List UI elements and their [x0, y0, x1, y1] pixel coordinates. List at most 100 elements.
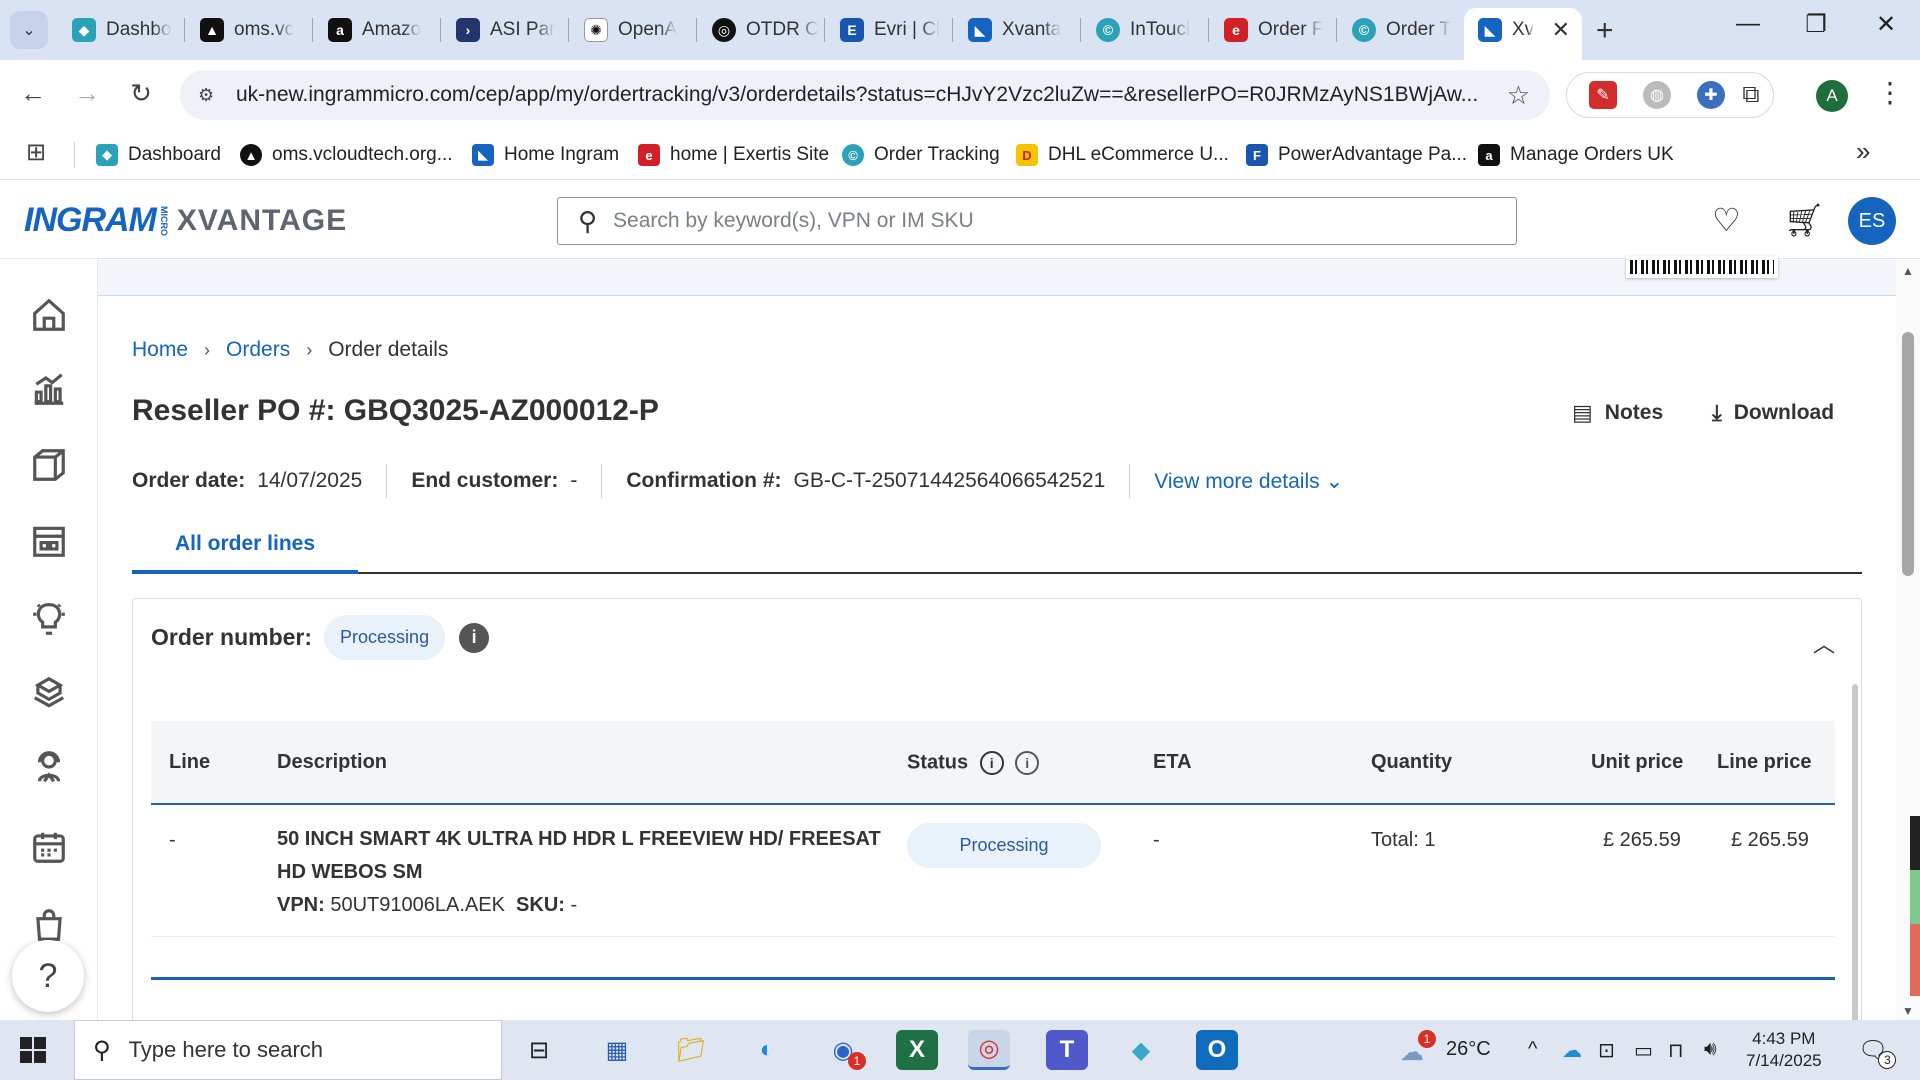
breadcrumb-home-link[interactable]: Home	[132, 338, 188, 362]
cart-icon[interactable]: 🛒︎	[1784, 201, 1825, 239]
scrollbar-thumb[interactable]	[1902, 332, 1914, 576]
bookmark-star-icon[interactable]: ☆	[1507, 80, 1530, 111]
puzzle-ring-extension-icon[interactable]: ✚	[1697, 81, 1725, 109]
browser-tab[interactable]: › ASI Par	[442, 8, 564, 52]
bookmark-item[interactable]: © Order Tracking	[842, 140, 1000, 170]
task-view-icon[interactable]: ⊟	[518, 1030, 560, 1070]
support-person-icon[interactable]	[30, 748, 70, 788]
windows-start-icon[interactable]	[20, 1037, 46, 1063]
browser-menu-icon[interactable]: ⋮	[1876, 76, 1904, 109]
warehouse-icon[interactable]	[30, 522, 70, 562]
browser-tab[interactable]: ◣ Xvanta	[954, 8, 1076, 52]
apps-grid-icon[interactable]: ⊞	[26, 138, 46, 167]
file-explorer-icon[interactable]: 📁︎	[670, 1030, 712, 1070]
volume-icon[interactable]: 🔊︎	[1704, 1038, 1717, 1061]
lightbulb-icon[interactable]	[30, 600, 70, 640]
zoom-app-icon[interactable]: ◉ 1	[822, 1030, 866, 1070]
excel-icon[interactable]: X	[896, 1030, 938, 1070]
browser-tab[interactable]: E Evri | Cl	[826, 8, 948, 52]
logo-xvantage-text: XVANTAGE	[176, 203, 348, 237]
tray-chevron-up-icon[interactable]: ^	[1528, 1038, 1537, 1061]
close-tab-icon[interactable]: ✕	[1552, 17, 1570, 43]
order-date-label: Order date:	[132, 469, 246, 492]
bookmark-item[interactable]: e home | Exertis Site	[638, 140, 829, 170]
weather-temperature[interactable]: 26°C	[1446, 1038, 1491, 1061]
minimize-icon[interactable]: —	[1728, 10, 1768, 38]
url-text[interactable]: uk-new.ingrammicro.com/cep/app/my/ordert…	[236, 83, 1486, 107]
taskbar-search-box[interactable]: ⚲ Type here to search	[74, 1020, 502, 1080]
bookmark-item[interactable]: F PowerAdvantage Pa...	[1246, 140, 1467, 170]
help-question-icon[interactable]: ?	[12, 940, 84, 1012]
teams-icon[interactable]: T	[1046, 1030, 1088, 1070]
browser-tab[interactable]: e Order F	[1210, 8, 1332, 52]
browser-tab[interactable]: ◎ OTDR C	[698, 8, 820, 52]
home-icon[interactable]	[30, 296, 70, 336]
address-bar[interactable]: ⚙ uk-new.ingrammicro.com/cep/app/my/orde…	[180, 70, 1550, 120]
calendar-icon[interactable]	[30, 828, 70, 868]
box-icon[interactable]	[30, 446, 70, 486]
calculator-icon[interactable]: ▦	[596, 1030, 638, 1070]
view-more-details-link[interactable]: View more details ⌄	[1154, 469, 1343, 494]
chevron-up-icon[interactable]: ︿	[1813, 627, 1835, 659]
restore-icon[interactable]: ❐	[1796, 10, 1836, 39]
bookmark-item[interactable]: ◣ Home Ingram	[472, 140, 619, 170]
card-scrollbar[interactable]	[1852, 684, 1858, 1024]
browser-tab[interactable]: a Amazo	[314, 8, 436, 52]
tab-all-order-lines[interactable]: All order lines	[132, 528, 358, 574]
bookmark-item[interactable]: D DHL eCommerce U...	[1016, 140, 1229, 170]
scroll-up-arrow-icon[interactable]: ▲	[1902, 264, 1914, 278]
globe-extension-icon[interactable]: ◍	[1643, 81, 1671, 109]
app-diamond-icon[interactable]: ◆	[1120, 1030, 1162, 1070]
breadcrumb-orders-link[interactable]: Orders	[226, 338, 290, 362]
browser-tab[interactable]: ▲ oms.vc	[186, 8, 308, 52]
profile-avatar[interactable]: A	[1816, 80, 1848, 112]
browser-tab[interactable]: ✺ OpenA	[570, 8, 692, 52]
bookmark-item[interactable]: ▲ oms.vcloudtech.org...	[240, 140, 453, 170]
edge-browser-icon[interactable]: ◐	[746, 1030, 788, 1070]
search-icon[interactable]: ⚲	[578, 206, 597, 237]
notification-center-icon[interactable]: 🗨︎ 3	[1858, 1036, 1897, 1069]
tab-search-chevron-icon[interactable]: ⌄	[10, 11, 48, 49]
info-icon[interactable]: i	[459, 622, 490, 653]
browser-tab[interactable]: © InToucl	[1082, 8, 1204, 52]
window-close-icon[interactable]: ✕	[1866, 10, 1906, 39]
ingram-xvantage-logo[interactable]: INGRAM MICRO XVANTAGE	[24, 201, 347, 240]
analytics-chart-icon[interactable]	[30, 370, 70, 410]
battery-icon[interactable]: ▭	[1634, 1038, 1653, 1063]
vcloud-favicon-icon: ▲	[200, 18, 224, 42]
ordertracking-favicon-icon: ©	[1352, 18, 1376, 42]
scroll-down-arrow-icon[interactable]: ▼	[1902, 1004, 1914, 1018]
product-search: ⚲	[557, 197, 1517, 245]
forward-arrow-icon[interactable]: →	[70, 78, 104, 109]
more-bookmarks-icon[interactable]: »	[1856, 136, 1870, 167]
cloud-stack-icon[interactable]	[30, 674, 70, 714]
chrome-browser-icon[interactable]: ◎	[968, 1030, 1010, 1070]
pdf-extension-icon[interactable]: ✎	[1589, 81, 1617, 109]
bookmark-item[interactable]: ◆ Dashboard	[96, 140, 221, 170]
order-tabs: All order lines	[132, 528, 1862, 574]
browser-tab-active[interactable]: ◣ Xv ✕	[1464, 8, 1582, 60]
onedrive-cloud-icon[interactable]: ☁	[1562, 1038, 1582, 1063]
evri-favicon-icon: E	[840, 18, 864, 42]
taskbar-search-text: Type here to search	[128, 1037, 324, 1062]
user-avatar[interactable]: ES	[1848, 197, 1896, 245]
browser-tab[interactable]: ◆ Dashbo	[58, 8, 180, 52]
notes-button[interactable]: ▤ Notes	[1572, 400, 1663, 426]
site-settings-icon[interactable]: ⚙	[198, 85, 222, 106]
browser-tab[interactable]: © Order T	[1338, 8, 1460, 52]
tray-app-icon[interactable]: ⊡	[1598, 1038, 1615, 1063]
status-info-icon[interactable]: i	[979, 751, 1004, 775]
tab-title: OpenA	[618, 19, 678, 40]
outlook-icon[interactable]: O	[1196, 1030, 1238, 1070]
product-search-input[interactable]	[613, 209, 1474, 233]
network-icon[interactable]: ⊓	[1668, 1038, 1684, 1063]
download-button[interactable]: ⤓ Download	[1712, 400, 1834, 426]
back-arrow-icon[interactable]: ←	[16, 78, 50, 109]
extensions-puzzle-icon[interactable]: ⧉	[1737, 81, 1765, 109]
favorites-heart-icon[interactable]: ♡	[1712, 201, 1741, 239]
system-clock[interactable]: 4:43 PM 7/14/2025	[1746, 1028, 1822, 1072]
new-tab-plus-icon[interactable]: +	[1596, 14, 1614, 48]
status-help-icon[interactable]: i	[1015, 751, 1040, 775]
reload-icon[interactable]: ↻	[124, 78, 158, 109]
bookmark-item[interactable]: a Manage Orders UK	[1478, 140, 1674, 170]
